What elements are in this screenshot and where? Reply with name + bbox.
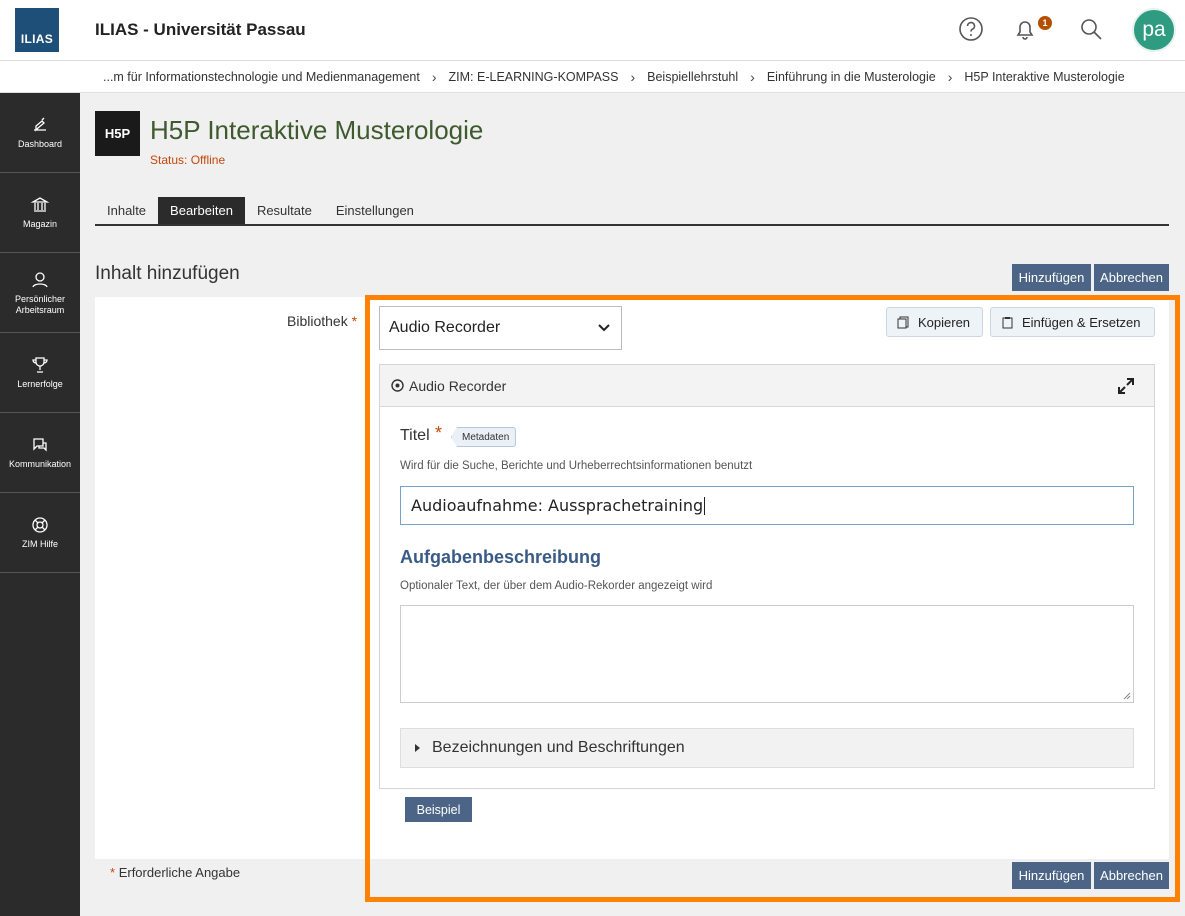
user-icon — [32, 271, 48, 287]
required-star: * — [351, 313, 358, 329]
required-star: * — [110, 865, 116, 880]
sidebar-item-dashboard[interactable]: Dashboard — [0, 93, 80, 173]
add-button-top[interactable]: Hinzufügen — [1012, 264, 1091, 291]
sidebar-item-label: Lernerfolge — [17, 379, 63, 389]
sidebar-item-label: Kommunikation — [8, 459, 72, 469]
title-input-value: Audioaufnahme: Aussprachetraining — [411, 496, 704, 515]
cancel-button-bottom[interactable]: Abbrechen — [1094, 862, 1169, 889]
library-heading: Audio Recorder — [409, 377, 507, 394]
chevron-down-icon — [598, 324, 610, 332]
resize-grip-icon[interactable] — [1123, 692, 1131, 700]
main-content: H5P H5P Interaktive Musterologie Status:… — [80, 93, 1185, 916]
chevron-right-icon: › — [947, 68, 953, 85]
labels-collapsible[interactable]: Bezeichnungen und Beschriftungen — [400, 728, 1134, 768]
notification-badge: 1 — [1038, 16, 1052, 30]
bank-icon — [30, 197, 50, 212]
search-icon[interactable] — [1076, 14, 1106, 44]
tab-inhalte[interactable]: Inhalte — [95, 197, 158, 224]
description-textarea[interactable] — [400, 605, 1134, 703]
text-caret — [704, 496, 706, 515]
avatar[interactable]: pa — [1132, 8, 1176, 52]
title-help-text: Wird für die Suche, Berichte und Urheber… — [400, 460, 753, 472]
required-star: * — [435, 423, 443, 443]
breadcrumb-item[interactable]: Einführung in die Musterologie — [767, 70, 936, 84]
h5p-icon: H5P — [95, 111, 140, 156]
sidebar-item-label: Dashboard — [17, 139, 63, 149]
chevron-right-icon: › — [630, 68, 636, 85]
example-button[interactable]: Beispiel — [405, 797, 472, 822]
add-button-bottom[interactable]: Hinzufügen — [1012, 862, 1091, 889]
paste-button-label: Einfügen & Ersetzen — [1022, 314, 1141, 330]
breadcrumb: ...m für Informationstechnologie und Med… — [0, 61, 1185, 93]
caret-right-icon — [415, 744, 420, 752]
tab-resultate[interactable]: Resultate — [245, 197, 324, 224]
sidebar-item-label: ZIM Hilfe — [22, 539, 58, 549]
status-text: Status: Offline — [150, 153, 226, 167]
library-editor-box: Audio Recorder Titel * Metadaten Wird fü… — [379, 364, 1155, 789]
page-title: H5P Interaktive Musterologie — [150, 115, 484, 145]
sidebar-item-label: Magazin — [22, 219, 58, 229]
breadcrumb-item[interactable]: H5P Interaktive Musterologie — [964, 70, 1124, 84]
cancel-button-top[interactable]: Abbrechen — [1094, 264, 1169, 291]
title-input[interactable]: Audioaufnahme: Aussprachetraining — [400, 486, 1134, 525]
chevron-right-icon: › — [431, 68, 437, 85]
metadata-button[interactable]: Metadaten — [451, 427, 517, 447]
tab-einstellungen[interactable]: Einstellungen — [324, 197, 426, 224]
sidebar-item-zim-hilfe[interactable]: ZIM Hilfe — [0, 493, 80, 573]
dashboard-icon — [34, 117, 46, 132]
sidebar-item-arbeitsraum[interactable]: Persönlicher Arbeitsraum — [0, 253, 80, 333]
library-header: Audio Recorder — [380, 365, 1154, 407]
sidebar-item-kommunikation[interactable]: Kommunikation — [0, 413, 80, 493]
expand-icon[interactable] — [1116, 376, 1136, 396]
copy-icon — [897, 316, 909, 328]
app-title: ILIAS - Universität Passau — [95, 20, 306, 39]
required-note-text: Erforderliche Angabe — [118, 865, 241, 880]
main-sidebar: Dashboard Magazin Persönlicher Arbeitsra… — [0, 93, 80, 916]
sidebar-item-label: Persönlicher Arbeitsraum — [14, 293, 66, 315]
trophy-icon — [32, 357, 48, 373]
ilias-logo[interactable]: ILIAS — [15, 8, 59, 52]
audio-recorder-icon — [391, 379, 404, 392]
library-label-text: Bibliothek — [287, 313, 348, 329]
breadcrumb-item[interactable]: Beispiellehrstuhl — [647, 70, 738, 84]
tab-bearbeiten[interactable]: Bearbeiten — [158, 197, 245, 224]
library-select-value: Audio Recorder — [389, 319, 501, 336]
collapsible-label: Bezeichnungen und Beschriftungen — [432, 739, 685, 756]
copy-button-label: Kopieren — [918, 314, 971, 330]
description-label: Aufgabenbeschreibung — [400, 547, 602, 567]
breadcrumb-item[interactable]: ZIM: E-LEARNING-KOMPASS — [449, 70, 619, 84]
tab-bar: Inhalte Bearbeiten Resultate Einstellung… — [95, 197, 1169, 226]
library-select[interactable]: Audio Recorder — [379, 306, 622, 350]
description-help-text: Optionaler Text, der über dem Audio-Reko… — [400, 580, 713, 592]
chat-icon — [33, 438, 47, 452]
paste-replace-button[interactable]: Einfügen & Ersetzen — [990, 307, 1155, 337]
top-bar: ILIAS ILIAS - Universität Passau 1 pa — [0, 0, 1185, 61]
library-label: Bibliothek * — [287, 313, 357, 329]
copy-button[interactable]: Kopieren — [886, 307, 983, 337]
required-note: * Erforderliche Angabe — [110, 865, 240, 880]
clipboard-icon — [1002, 316, 1013, 328]
title-label: Titel — [400, 427, 430, 444]
bell-icon[interactable] — [1010, 14, 1040, 44]
chevron-right-icon: › — [750, 68, 755, 85]
sidebar-item-lernerfolge[interactable]: Lernerfolge — [0, 333, 80, 413]
section-title: Inhalt hinzufügen — [95, 263, 240, 284]
lifebuoy-icon — [32, 517, 48, 533]
breadcrumb-item[interactable]: ...m für Informationstechnologie und Med… — [103, 70, 420, 84]
help-icon[interactable] — [956, 14, 986, 44]
sidebar-item-magazin[interactable]: Magazin — [0, 173, 80, 253]
